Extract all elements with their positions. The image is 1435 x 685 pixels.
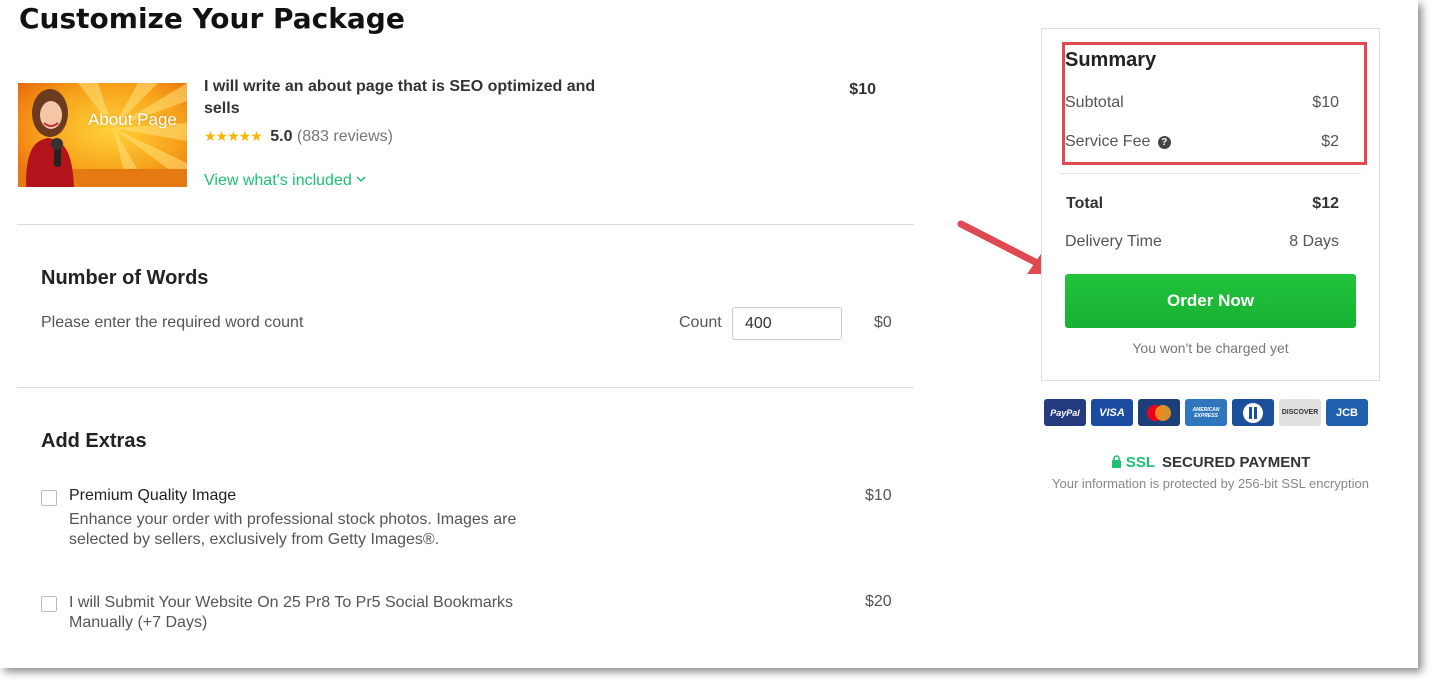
view-included-label: View what's included [204, 172, 352, 189]
gig-thumbnail-image [18, 83, 187, 187]
page-title: Customize Your Package [19, 2, 405, 35]
secured-payment-label: SECURED PAYMENT [1161, 454, 1311, 471]
extra-checkbox-premium-image[interactable] [41, 490, 57, 506]
extra-price-premium-image: $10 [865, 487, 892, 504]
discover-icon: DISCOVER [1279, 399, 1321, 426]
extras-section-title: Add Extras [41, 430, 147, 452]
jcb-icon: JCB [1326, 399, 1368, 426]
checkout-panel: Customize Your Package About Page I will… [0, 0, 1418, 668]
star-rating-icon: ★★★★★ [204, 128, 263, 144]
chevron-down-icon [356, 176, 366, 183]
view-included-link[interactable]: View what's included [204, 172, 366, 190]
divider [17, 224, 914, 225]
word-count-input[interactable] [732, 307, 842, 340]
extra-checkbox-social-bookmarks[interactable] [41, 596, 57, 612]
delivery-time-label: Delivery Time [1065, 233, 1162, 250]
divider [17, 387, 914, 388]
diners-club-icon [1232, 399, 1274, 426]
amex-icon: AMERICAN EXPRESS [1185, 399, 1227, 426]
words-section-title: Number of Words [41, 267, 209, 289]
service-fee-row: Service Fee ? [1065, 133, 1171, 151]
extra-name-social-bookmarks[interactable]: I will Submit Your Website On 25 Pr8 To … [69, 593, 539, 633]
gig-rating: ★★★★★ 5.0 (883 reviews) [204, 128, 393, 146]
subtotal-value: $10 [1312, 94, 1339, 111]
review-count: (883 reviews) [296, 128, 393, 145]
visa-icon: VISA [1091, 399, 1133, 426]
gig-thumbnail[interactable]: About Page [18, 83, 187, 187]
charge-note: You won't be charged yet [1132, 340, 1289, 356]
ssl-note: Your information is protected by 256-bit… [1052, 476, 1369, 491]
paypal-icon: PayPal [1044, 399, 1086, 426]
summary-divider [1060, 173, 1361, 174]
word-count-price: $0 [874, 314, 892, 331]
subtotal-label: Subtotal [1065, 94, 1124, 111]
count-label: Count [679, 314, 722, 331]
gig-title[interactable]: I will write an about page that is SEO o… [204, 76, 604, 120]
extra-description-premium-image: Enhance your order with professional sto… [69, 511, 517, 548]
total-label: Total [1066, 195, 1104, 212]
help-icon[interactable]: ? [1157, 136, 1171, 149]
service-fee-label: Service Fee [1065, 133, 1151, 150]
words-description: Please enter the required word count [41, 314, 304, 331]
ssl-label: SSL [1125, 454, 1155, 471]
payment-methods: PayPal VISA AMERICAN EXPRESS DISCOVER JC… [1044, 399, 1368, 426]
diners-circle-icon [1243, 402, 1263, 423]
service-fee-value: $2 [1321, 133, 1339, 150]
mastercard-icon [1138, 399, 1180, 426]
order-now-button[interactable]: Order Now [1065, 274, 1356, 328]
gig-thumbnail-label: About Page [88, 110, 177, 129]
delivery-time-value: 8 Days [1289, 233, 1339, 250]
rating-score: 5.0 [270, 128, 293, 145]
gig-price: $10 [849, 81, 876, 98]
total-value: $12 [1312, 195, 1339, 212]
lock-icon [1111, 455, 1121, 468]
ssl-secured-line: SSL SECURED PAYMENT [1041, 454, 1380, 471]
extra-price-social-bookmarks: $20 [865, 593, 892, 610]
extra-name-premium-image[interactable]: Premium Quality Image [69, 487, 236, 505]
summary-title: Summary [1065, 49, 1157, 71]
mastercard-circles-icon [1147, 404, 1171, 421]
